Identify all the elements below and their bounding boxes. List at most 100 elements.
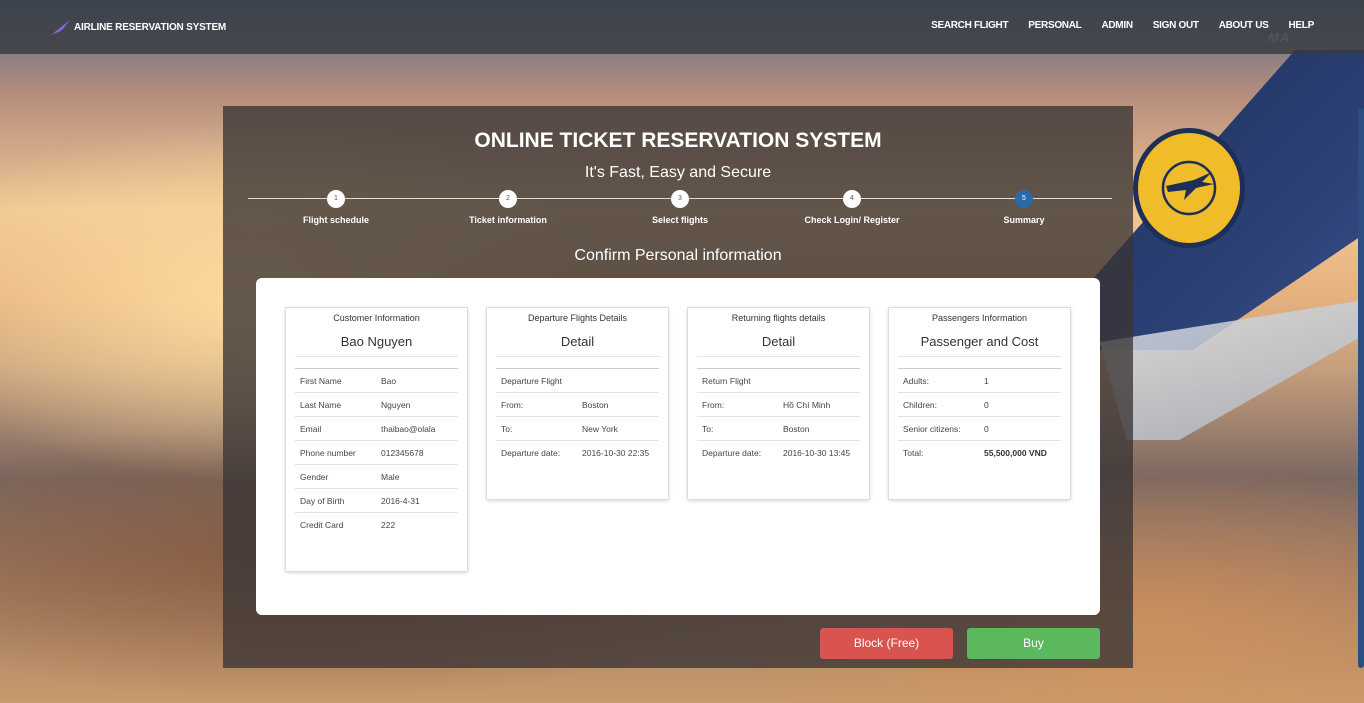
- step-number: 5: [1015, 190, 1033, 208]
- step-label: Select flights: [651, 215, 708, 225]
- table-row: Phone number 012345678: [295, 440, 458, 465]
- row-value: thaibao@olala: [376, 416, 458, 441]
- row-value: 2016-4-31: [376, 488, 458, 513]
- row-key: Credit Card: [300, 520, 344, 530]
- row-key: To:: [496, 416, 577, 441]
- brand-name: AIRLINE RESERVATION SYSTEM: [74, 21, 227, 33]
- brand[interactable]: AIRLINE RESERVATION SYSTEM: [50, 17, 226, 37]
- step-ticket-information[interactable]: 2 Ticket information: [428, 190, 588, 225]
- row-key: Senior citizens:: [898, 416, 979, 441]
- step-number: 4: [843, 190, 861, 208]
- row-value: Boston: [778, 416, 860, 441]
- plane-logo-icon: [51, 20, 70, 36]
- row-value: 1: [979, 368, 1061, 393]
- table-row: Day of Birth 2016-4-31: [295, 488, 458, 513]
- row-value: 2016-10-30 13:45: [783, 448, 851, 458]
- table-row: Gender Male: [295, 464, 458, 489]
- table-row: Email thaibao@olala: [295, 416, 458, 441]
- table-row: Credit Card 222: [295, 513, 458, 537]
- step-label: Flight schedule: [302, 215, 369, 225]
- step-summary[interactable]: 5 Summary: [944, 190, 1104, 225]
- returning-table: Return Flight From: Hồ Chí Minh To: Boston…: [697, 368, 860, 464]
- row-value: [778, 368, 860, 393]
- table-row: To: Boston: [697, 416, 860, 441]
- nav-sign-out[interactable]: SIGN OUT: [1153, 20, 1199, 31]
- nav-about-us[interactable]: ABOUT US: [1219, 20, 1269, 31]
- table-row: Departure Flight: [496, 368, 659, 393]
- card-header: Returning flights details: [731, 313, 826, 323]
- row-key: Return Flight: [697, 368, 778, 393]
- step-number: 3: [671, 190, 689, 208]
- step-number: 1: [327, 190, 345, 208]
- row-key: Children:: [898, 392, 979, 417]
- step-select-flights[interactable]: 3 Select flights: [600, 190, 760, 225]
- card-header: Customer Information: [333, 313, 420, 323]
- reservation-panel: ONLINE TICKET RESERVATION SYSTEM It's Fa…: [223, 106, 1133, 668]
- table-row: Adults: 1: [898, 368, 1061, 393]
- row-value: Boston: [577, 392, 659, 417]
- crane-logo: [1133, 128, 1245, 248]
- row-key: Total:: [903, 448, 924, 458]
- table-row: To: New York: [496, 416, 659, 441]
- nav-personal[interactable]: PERSONAL: [1028, 20, 1081, 31]
- row-key: Adults:: [898, 368, 979, 393]
- row-value: Bao: [376, 368, 458, 393]
- row-value: 2016-10-30 22:35: [582, 448, 650, 458]
- customer-info-table: First Name Bao Last Name Nguyen Email thaib…: [295, 368, 458, 536]
- row-value: Nguyen: [376, 392, 458, 417]
- card-title: Passenger and Cost: [898, 334, 1061, 357]
- row-value: New York: [577, 416, 659, 441]
- row-key: First Name: [295, 368, 376, 393]
- nav-admin[interactable]: ADMIN: [1101, 20, 1133, 31]
- card-title: Detail: [697, 334, 860, 357]
- table-row: From: Hồ Chí Minh: [697, 392, 860, 417]
- row-key: Email: [295, 416, 376, 441]
- returning-details-card: Returning flights details Detail Return …: [688, 308, 869, 499]
- table-row: Senior citizens: 0: [898, 416, 1061, 441]
- total-value: 55,500,000 VND: [984, 448, 1047, 458]
- row-value: 012345678: [376, 440, 458, 465]
- card-header: Departure Flights Details: [527, 313, 628, 323]
- nav-help[interactable]: HELP: [1289, 20, 1315, 31]
- customer-info-card: Customer Information Bao Nguyen First Na…: [286, 308, 467, 571]
- row-value: Hồ Chí Minh: [778, 392, 860, 417]
- row-value: 0: [979, 416, 1061, 441]
- block-free-button[interactable]: Block (Free): [820, 628, 953, 659]
- table-row: Departure date: 2016-10-30 13:45: [697, 441, 860, 465]
- row-value: [577, 368, 659, 393]
- step-label: Summary: [1003, 215, 1045, 225]
- step-flight-schedule[interactable]: 1 Flight schedule: [256, 190, 416, 225]
- row-value: Male: [376, 464, 458, 489]
- table-row: Last Name Nguyen: [295, 392, 458, 417]
- row-key: Gender: [295, 464, 376, 489]
- section-title: Confirm Personal information: [574, 247, 782, 264]
- row-key: From:: [496, 392, 577, 417]
- row-value: 0: [979, 392, 1061, 417]
- row-key: Day of Birth: [295, 488, 376, 513]
- page-scrollbar[interactable]: [1358, 108, 1364, 668]
- page-title: ONLINE TICKET RESERVATION SYSTEM: [474, 129, 882, 152]
- row-key: Departure date:: [702, 448, 762, 458]
- step-check-login[interactable]: 4 Check Login/ Register: [772, 190, 932, 225]
- table-row: Total: 55,500,000 VND: [898, 441, 1061, 465]
- row-key: From:: [697, 392, 778, 417]
- buy-button[interactable]: Buy: [967, 628, 1100, 659]
- table-row: Children: 0: [898, 392, 1061, 417]
- nav-search-flight[interactable]: SEARCH FLIGHT: [931, 20, 1009, 31]
- step-label: Ticket information: [469, 215, 547, 225]
- step-label: Check Login/ Register: [804, 215, 900, 225]
- row-value: 222: [381, 520, 396, 530]
- nav-links: SEARCH FLIGHT PERSONAL ADMIN SIGN OUT AB…: [931, 20, 1314, 31]
- row-key: Phone number: [295, 440, 376, 465]
- top-navbar: AIRLINE RESERVATION SYSTEM SEARCH FLIGHT…: [0, 0, 1364, 54]
- card-title: Detail: [496, 334, 659, 357]
- row-key: To:: [697, 416, 778, 441]
- departure-table: Departure Flight From: Boston To: New York…: [496, 368, 659, 464]
- card-header: Passengers Information: [931, 313, 1028, 323]
- step-number: 2: [499, 190, 517, 208]
- page-subtitle: It's Fast, Easy and Secure: [584, 164, 772, 181]
- passengers-info-card: Passengers Information Passenger and Cos…: [889, 308, 1070, 499]
- row-key: Departure Flight: [496, 368, 577, 393]
- table-row: First Name Bao: [295, 368, 458, 393]
- table-row: Return Flight: [697, 368, 860, 393]
